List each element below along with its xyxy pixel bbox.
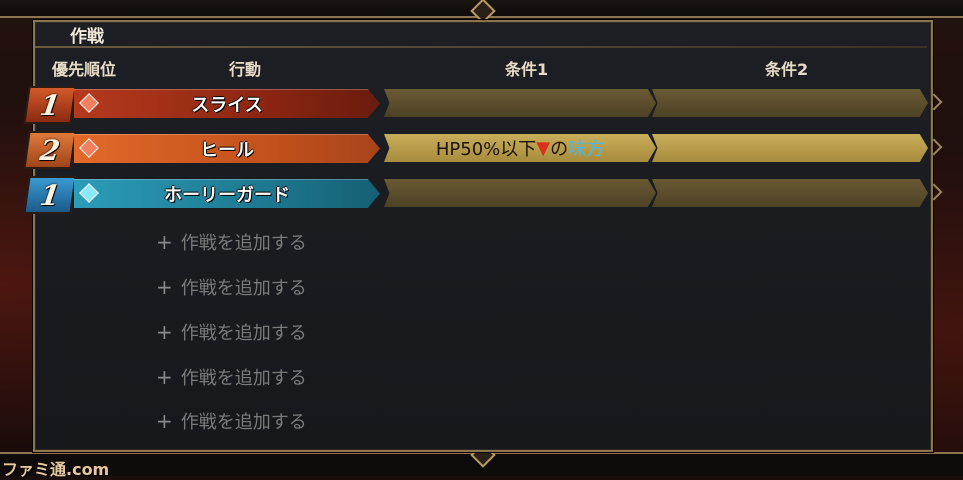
add-tactic-button[interactable]: + 作戦を追加する bbox=[156, 408, 307, 434]
plus-icon: + bbox=[156, 365, 173, 389]
condition-1-slot[interactable] bbox=[384, 89, 656, 117]
condition-particle: の bbox=[550, 139, 569, 160]
add-tactic-label: 作戦を追加する bbox=[180, 412, 307, 433]
condition-2-slot[interactable] bbox=[652, 134, 928, 162]
condition-1-slot[interactable] bbox=[384, 179, 656, 207]
priority-badge[interactable]: 1 bbox=[23, 86, 77, 124]
add-tactic-label: 作戦を追加する bbox=[180, 233, 307, 254]
add-tactic-label: 作戦を追加する bbox=[180, 278, 307, 299]
add-tactic-button[interactable]: + 作戦を追加する bbox=[156, 364, 307, 390]
tactic-row-1[interactable]: 1 スライス bbox=[23, 86, 943, 124]
add-tactic-button[interactable]: + 作戦を追加する bbox=[156, 274, 307, 300]
tactic-row-3[interactable]: 1 ホーリーガード bbox=[23, 176, 943, 214]
panel-title: 作戦 bbox=[70, 27, 104, 47]
action-slot[interactable]: ホーリーガード bbox=[74, 179, 380, 208]
condition-2-slot[interactable] bbox=[652, 179, 928, 207]
plus-icon: + bbox=[156, 230, 173, 254]
priority-badge[interactable]: 2 bbox=[23, 131, 77, 169]
watermark-logo: ファミ通.com bbox=[2, 460, 110, 479]
triangle-down-icon: ▼ bbox=[536, 137, 551, 159]
condition-target: 味方 bbox=[568, 139, 605, 160]
add-tactic-label: 作戦を追加する bbox=[180, 368, 307, 389]
add-tactic-label: 作戦を追加する bbox=[180, 323, 307, 344]
condition-1-slot[interactable]: HP50%以下 ▼ の味方 bbox=[384, 134, 656, 162]
plus-icon: + bbox=[156, 320, 173, 344]
chevron-right-icon bbox=[925, 93, 943, 111]
add-tactic-button[interactable]: + 作戦を追加する bbox=[156, 319, 307, 345]
plus-icon: + bbox=[156, 409, 173, 433]
add-tactic-button[interactable]: + 作戦を追加する bbox=[156, 229, 307, 255]
header-cond2: 条件2 bbox=[765, 60, 809, 79]
action-slot[interactable]: ヒール bbox=[74, 134, 380, 163]
plus-icon: + bbox=[156, 275, 173, 299]
chevron-right-icon bbox=[925, 138, 943, 156]
header-priority: 優先順位 bbox=[52, 60, 117, 79]
priority-badge[interactable]: 1 bbox=[23, 176, 77, 214]
tactic-row-2[interactable]: 2 ヒール HP50%以下 ▼ の味方 bbox=[23, 131, 943, 169]
title-divider bbox=[35, 46, 927, 48]
header-action: 行動 bbox=[229, 60, 262, 79]
condition-hp-text: HP50%以下 bbox=[435, 139, 537, 160]
chevron-right-icon bbox=[925, 183, 943, 201]
condition-2-slot[interactable] bbox=[652, 89, 928, 117]
header-cond1: 条件1 bbox=[505, 60, 549, 79]
action-slot[interactable]: スライス bbox=[74, 89, 380, 118]
